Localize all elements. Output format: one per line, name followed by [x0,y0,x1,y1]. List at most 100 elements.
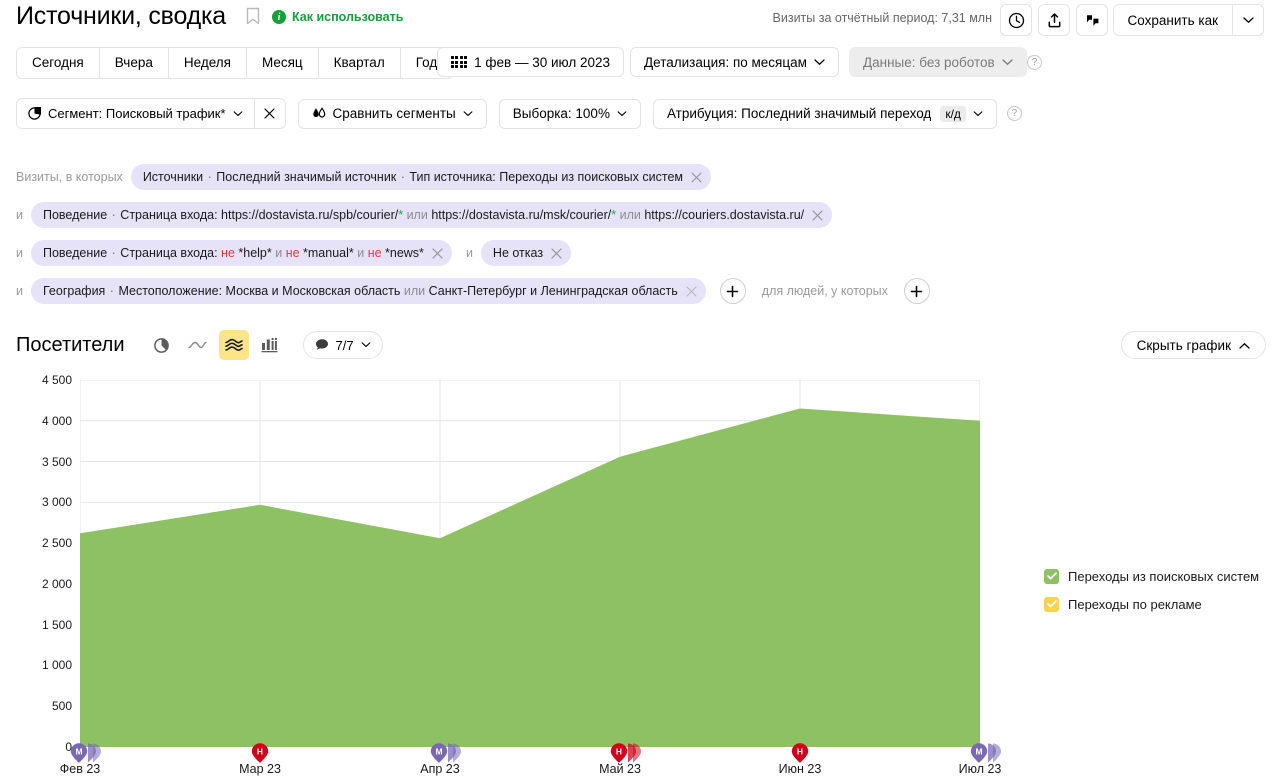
area-chart-icon-button[interactable] [218,330,249,360]
legend-checkbox[interactable] [1044,596,1059,612]
chart-event-marker[interactable]: Н [250,742,270,769]
filter-row: и География · Местоположение: Москва и М… [0,272,1280,310]
visits-summary: Визиты за отчётный период: 7,31 млн [772,11,992,25]
chart-area-series [80,408,980,747]
visitors-title: Посетители [16,333,125,356]
help-icon[interactable]: ? [1006,106,1022,121]
add-people-condition-button[interactable] [903,278,930,304]
pie-chart-icon-button[interactable] [147,330,177,360]
clock-icon-button[interactable] [1000,4,1032,36]
bookmark-icon[interactable] [246,7,260,25]
chart-plot-area[interactable] [80,380,980,747]
line-chart-icon [188,341,207,348]
segment-body[interactable]: Сегмент: Поисковый трафик* [17,99,254,128]
y-axis-tick: 3 000 [41,495,72,510]
plus-icon [911,285,923,297]
attribution-select[interactable]: Атрибуция: Последний значимый переход к/… [652,98,997,129]
filter-chip-text: Поведение · Страница входа: не *help* и … [42,246,424,260]
chart-event-marker[interactable]: М [969,742,1003,769]
chart-x-axis: Фев 23 М Мар 23 Н Апр 23 М Май 23 Н Июн 23 Н Июл 2… [0,743,1001,777]
add-visit-condition-button[interactable] [719,278,746,304]
compare-segments-button[interactable]: Сравнить сегменты [297,98,487,129]
close-icon[interactable] [812,209,823,221]
how-to-use-link[interactable]: i Как использовать [272,10,403,24]
visitors-chart: 0 500 1 000 1 500 2 000 2 500 3 000 3 500 4 000 4… [0,373,1001,780]
chart-event-marker[interactable]: М [429,742,463,769]
filter-chip-source-type[interactable]: Источники · Последний значимый источник … [130,164,711,190]
area-chart-icon [224,338,243,352]
compare-segments-label: Сравнить сегменты [332,106,456,121]
legend-label: Переходы по рекламе [1068,596,1202,612]
attribution-tag: к/д [940,105,966,122]
filter-row-prefix: Визиты, в которых [16,170,123,184]
segment-clear-button[interactable] [255,99,285,128]
chip-fragment-url: https://dostavista.ru/msk/courier/ [431,208,612,222]
filter-chip-text: Источники · Последний значимый источник … [142,170,683,184]
legend-checkbox[interactable] [1044,568,1059,584]
filter-row-prefix: и [16,284,23,298]
filter-row-prefix: и [16,246,23,260]
period-today[interactable]: Сегодня [17,48,100,78]
filter-chip-landing-page-include[interactable]: Поведение · Страница входа: https://dost… [30,202,833,228]
pie-chart-icon [154,337,169,353]
period-quarter[interactable]: Квартал [318,48,401,78]
svg-text:Н: Н [797,747,803,757]
period-yesterday[interactable]: Вчера [99,48,169,78]
bar-chart-icon-button[interactable] [255,330,285,360]
chip-fragment-url: https://couriers.dostavista.ru/ [644,208,805,222]
help-icon[interactable]: ? [1027,55,1042,70]
close-icon[interactable] [691,171,702,183]
period-week[interactable]: Неделя [168,48,247,78]
compare-drops-icon [312,106,325,118]
chip-fragment-plain: Москва и Московская область [225,284,401,298]
chart-event-marker[interactable]: Н [609,742,643,769]
chip-fragment-plain: Санкт-Петербург и Ленинградская область [428,284,678,298]
filter-conditions: Визиты, в которых Источники · Последний … [0,158,1280,310]
legend-item[interactable]: Переходы по рекламе [1044,590,1259,618]
date-range-picker[interactable]: 1 фев — 30 июл 2023 [437,47,625,77]
chart-event-marker[interactable]: Н [790,742,810,769]
svg-text:М: М [435,747,442,757]
detail-level-select[interactable]: Детализация: по месяцам [630,47,839,77]
attribution-label: Атрибуция: Последний значимый переход [666,106,932,121]
chip-fragment-neg: не [285,246,304,260]
filter-chip-landing-page-exclude[interactable]: Поведение · Страница входа: не *help* и … [30,240,452,266]
line-chart-icon-button[interactable] [183,330,213,360]
close-icon[interactable] [551,247,562,259]
clock-icon [1008,12,1024,28]
chart-event-marker[interactable]: М [69,742,103,769]
save-as-button[interactable]: Сохранить как [1112,4,1264,36]
chevron-down-icon [814,58,825,65]
chip-fragment-op: и [271,246,286,260]
hide-chart-button[interactable]: Скрыть график [1120,331,1266,359]
y-axis-tick: 4 500 [41,373,72,387]
export-icon-button[interactable] [1038,4,1070,36]
y-axis-tick: 500 [51,699,72,714]
comment-icon-button[interactable] [1076,4,1108,36]
segment-toolbar: Сегмент: Поисковый трафик* Сравнить сегм… [16,98,1022,129]
save-as-label: Сохранить как [1127,12,1218,28]
segment-selector[interactable]: Сегмент: Поисковый трафик* [16,98,286,129]
y-axis-tick: 4 000 [41,413,72,428]
period-month[interactable]: Месяц [246,48,319,78]
robots-data-select[interactable]: Данные: без роботов [849,47,1027,77]
info-icon: i [272,10,286,24]
y-axis-tick: 2 500 [41,536,72,551]
chip-fragment-op: или [616,208,645,222]
save-as-dropdown-toggle[interactable] [1233,5,1263,35]
filter-chip-geography[interactable]: География · Местоположение: Москва и Мос… [30,278,706,304]
close-icon[interactable] [686,285,697,297]
sample-rate-label: Выборка: 100% [512,106,610,121]
y-axis-tick: 0 [65,740,72,754]
svg-text:М: М [75,747,82,757]
chevron-down-icon [463,110,473,116]
filter-chip-not-bounce[interactable]: Не отказ [480,240,572,266]
close-icon[interactable] [432,247,443,259]
bar-chart-icon [261,338,278,353]
hide-chart-label: Скрыть график [1136,337,1231,353]
filter-row-prefix-extra: и [465,246,473,260]
sample-rate-select[interactable]: Выборка: 100% [498,98,641,129]
plus-icon [726,285,739,297]
legend-item[interactable]: Переходы из поисковых систем [1044,562,1259,590]
comments-counter-button[interactable]: 7/7 [302,331,383,359]
